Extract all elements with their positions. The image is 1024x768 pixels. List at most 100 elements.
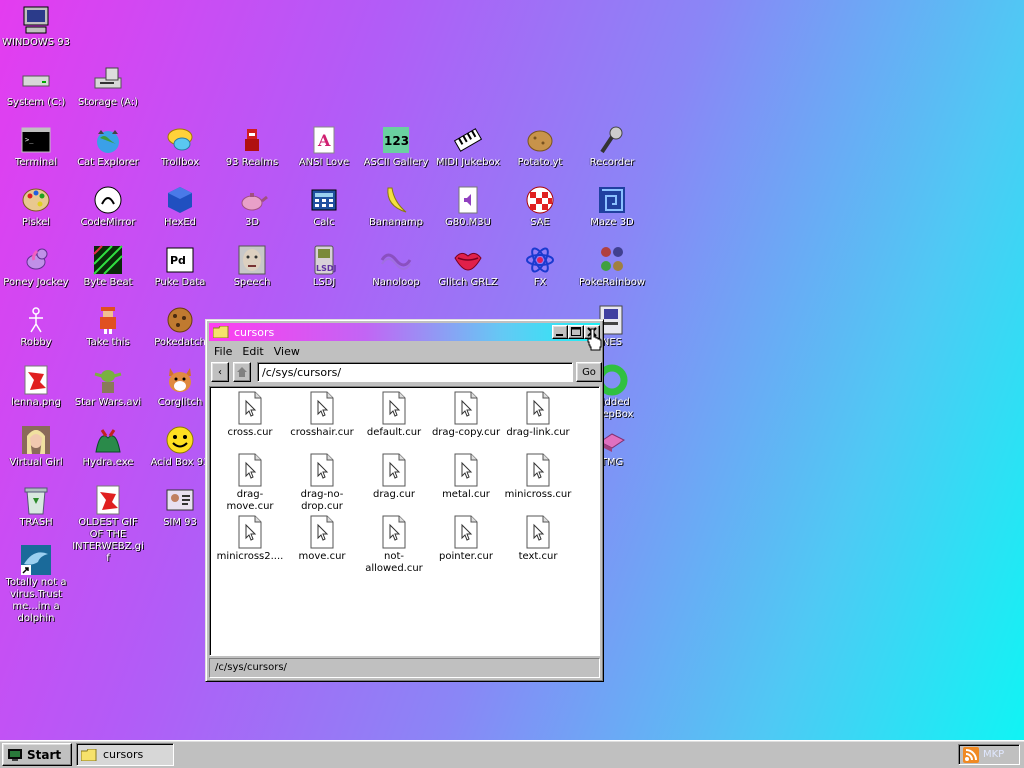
rss-icon[interactable] (963, 746, 979, 763)
file-name: move.cur (298, 551, 346, 562)
desktop-icon-label: Potato.yt (517, 157, 563, 168)
desktop-icon-nanoloop[interactable]: Nanoloop (360, 244, 432, 304)
file-item[interactable]: cross.cur (214, 391, 286, 439)
window-titlebar[interactable]: cursors (209, 323, 600, 341)
menu-file[interactable]: File (209, 343, 237, 361)
desktop-icon-numbers[interactable]: 123 ASCII Gallery (360, 124, 432, 184)
file-item[interactable]: default.cur (358, 391, 430, 439)
file-item[interactable]: metal.cur (430, 453, 502, 501)
desktop-icon-letter-a[interactable]: A ANSI Love (288, 124, 360, 184)
desktop-icon-label: Glitch GRLZ (438, 277, 498, 288)
hydra-icon (92, 424, 124, 456)
desktop-icon-face[interactable]: Speech (216, 244, 288, 304)
desktop-icon-calculator[interactable]: Calc (288, 184, 360, 244)
desktop-icon-terminal[interactable]: >_ Terminal (0, 124, 72, 184)
desktop-icon-label: Star Wars.avi (74, 397, 142, 408)
file-item[interactable]: minicross.cur (502, 453, 574, 501)
cursor-file-icon (310, 515, 334, 549)
desktop-icon-hydra[interactable]: Hydra.exe (72, 424, 144, 484)
file-item[interactable]: drag-no-drop.cur (286, 453, 358, 513)
file-item[interactable]: drag-link.cur (502, 391, 574, 439)
gameboy-icon: LSDJ (308, 244, 340, 276)
maximize-button[interactable] (568, 325, 584, 339)
desktop-icon-recycle-bin[interactable]: TRASH (0, 484, 72, 544)
desktop-icon-pony[interactable]: Poney Jockey (0, 244, 72, 304)
desktop-icon-teapot[interactable]: 3D (216, 184, 288, 244)
desktop-icon-microphone[interactable]: Recorder (576, 124, 648, 184)
desktop-icon-gameboy[interactable]: LSDJ LSDJ (288, 244, 360, 304)
desktop-icon-trainers[interactable]: PokeRainbow (576, 244, 648, 304)
file-item[interactable]: text.cur (502, 515, 574, 563)
desktop: WINDOWS 93 System (C:) Storage (A:) >_ Termi… (0, 0, 1024, 740)
desktop-icon-cube[interactable]: HexEd (144, 184, 216, 244)
home-button[interactable] (233, 362, 251, 382)
cat-globe-icon (92, 124, 124, 156)
taskbar: Start cursors MKP (0, 740, 1024, 768)
desktop-icon-bytebeat[interactable]: Byte Beat (72, 244, 144, 304)
nanoloop-icon (380, 244, 412, 276)
desktop-icon-audio-file[interactable]: G80.M3U (432, 184, 504, 244)
desktop-icon-yoda[interactable]: Star Wars.avi (72, 364, 144, 424)
desktop-icon-pd[interactable]: Pd Puke Data (144, 244, 216, 304)
file-item[interactable]: pointer.cur (430, 515, 502, 563)
desktop-icon-potato[interactable]: Potato.yt (504, 124, 576, 184)
minimize-button[interactable] (552, 325, 568, 339)
file-item[interactable]: crosshair.cur (286, 391, 358, 439)
file-item[interactable]: minicross2.... (214, 515, 286, 563)
desktop-icon-drive[interactable]: System (C:) (0, 64, 72, 124)
file-item[interactable]: move.cur (286, 515, 358, 563)
menu-view[interactable]: View (269, 343, 305, 361)
taskbar-item-cursors[interactable]: cursors (76, 743, 174, 766)
file-name: cross.cur (227, 427, 273, 438)
desktop-icon-maze[interactable]: Maze 3D (576, 184, 648, 244)
file-item[interactable]: drag-move.cur (214, 453, 286, 513)
menu-edit[interactable]: Edit (237, 343, 268, 361)
desktop-icon-lips[interactable]: Glitch GRLZ (432, 244, 504, 304)
desktop-icon-stick-figure[interactable]: Robby (0, 304, 72, 364)
desktop-icon-atom[interactable]: FX (504, 244, 576, 304)
desktop-icon-computer[interactable]: WINDOWS 93 (0, 4, 72, 64)
desktop-icon-codemirror[interactable]: CodeMirror (72, 184, 144, 244)
cursor-file-icon (382, 453, 406, 487)
desktop-icon-label: WINDOWS 93 (1, 37, 71, 48)
amiga-ball-icon (524, 184, 556, 216)
desktop-icon-image-file[interactable]: lenna.png (0, 364, 72, 424)
desktop-icon-label: CodeMirror (80, 217, 136, 228)
desktop-icon-label: Storage (A:) (77, 97, 139, 108)
desktop-icon-gif-file[interactable]: OLDEST GIF OF THE INTERWEBZ.gif (72, 484, 144, 564)
desktop-icon-amiga-ball[interactable]: SAE (504, 184, 576, 244)
desktop-icon-knight[interactable]: 93 Realms (216, 124, 288, 184)
desktop-icon-floppy-drive[interactable]: Storage (A:) (72, 64, 144, 124)
cursor-file-icon (454, 515, 478, 549)
start-button[interactable]: Start (2, 743, 72, 766)
file-name: drag.cur (372, 489, 416, 500)
go-button[interactable]: Go (576, 362, 602, 382)
desktop-icon-banana[interactable]: Bananamp (360, 184, 432, 244)
potato-icon (524, 124, 556, 156)
cursor-file-icon (454, 453, 478, 487)
pixel-man-icon (92, 304, 124, 336)
desktop-icon-label: Totally not a virus.Trust me...im a dolp… (5, 577, 67, 624)
sim-icon (164, 484, 196, 516)
desktop-icon-label: Speech (233, 277, 271, 288)
calculator-icon (308, 184, 340, 216)
chat-bubble-icon (164, 124, 196, 156)
path-input[interactable] (257, 362, 573, 382)
maximize-icon (571, 327, 581, 336)
desktop-icon-label: PokeRainbow (579, 277, 645, 288)
back-button[interactable]: ‹ (211, 362, 229, 382)
desktop-icon-girl[interactable]: Virtual Girl (0, 424, 72, 484)
file-name: metal.cur (442, 489, 490, 500)
desktop-icon-pixel-man[interactable]: Take this (72, 304, 144, 364)
file-item[interactable]: not-allowed.cur (358, 515, 430, 575)
file-item[interactable]: drag-copy.cur (430, 391, 502, 439)
lips-icon (452, 244, 484, 276)
desktop-icon-dolphin-shortcut[interactable]: Totally not a virus.Trust me...im a dolp… (0, 544, 72, 624)
desktop-icon-chat-bubble[interactable]: Trollbox (144, 124, 216, 184)
desktop-icon-piano[interactable]: MIDI Jukebox (432, 124, 504, 184)
file-explorer-window[interactable]: cursors File Edit View ‹ /c/sys/cursors/… (205, 319, 604, 682)
file-list[interactable]: cross.cur crosshair.cur default.cur drag-co… (209, 386, 600, 656)
desktop-icon-cat-globe[interactable]: Cat Explorer (72, 124, 144, 184)
desktop-icon-palette[interactable]: Piskel (0, 184, 72, 244)
file-item[interactable]: drag.cur (358, 453, 430, 501)
